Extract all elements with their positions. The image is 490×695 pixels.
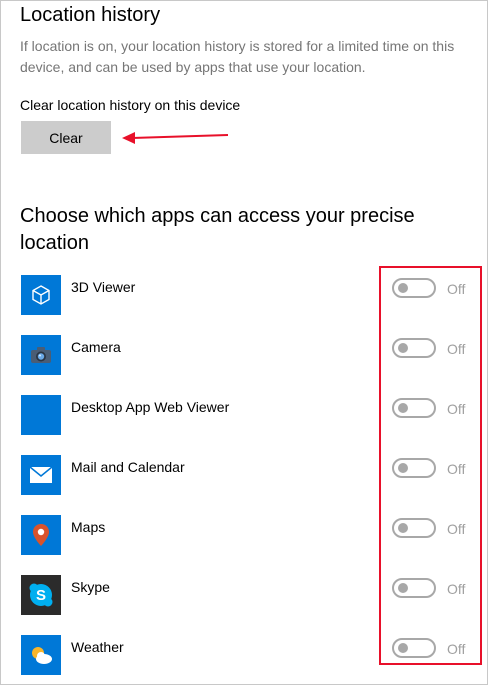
svg-text:S: S [36,587,46,604]
toggle-knob [398,343,408,353]
app-name: Mail and Calendar [71,459,185,475]
app-name: Desktop App Web Viewer [71,399,230,415]
location-toggle[interactable] [392,338,436,358]
app-row-weather: Weather Off [0,635,488,695]
weather-icon [21,635,61,675]
location-toggle[interactable] [392,518,436,538]
cube-icon [21,275,61,315]
location-toggle[interactable] [392,458,436,478]
toggle-knob [398,583,408,593]
toggle-state-label: Off [447,581,466,597]
mail-icon [21,455,61,495]
blank-app-icon [21,395,61,435]
app-row-mail-and-calendar: Mail and Calendar Off [0,455,488,515]
clear-history-label: Clear location history on this device [20,97,241,113]
app-row-camera: Camera Off [0,335,488,395]
apps-access-title: Choose which apps can access your precis… [20,205,415,254]
toggle-knob [398,283,408,293]
toggle-knob [398,643,408,653]
toggle-state-label: Off [447,641,466,657]
location-toggle[interactable] [392,578,436,598]
location-history-description: If location is on, your location history… [20,38,455,75]
toggle-state-label: Off [447,341,466,357]
app-row-desktop-app-web-viewer: Desktop App Web Viewer Off [0,395,488,455]
skype-icon: S [21,575,61,615]
toggle-knob [398,523,408,533]
toggle-state-label: Off [447,281,466,297]
location-toggle[interactable] [392,398,436,418]
app-row-maps: Maps Off [0,515,488,575]
location-toggle[interactable] [392,638,436,658]
app-name: Skype [71,579,110,595]
clear-history-button[interactable]: Clear [21,121,111,154]
map-pin-icon [21,515,61,555]
annotation-arrow-icon [122,132,229,144]
location-toggle[interactable] [392,278,436,298]
app-name: Camera [71,339,121,355]
toggle-state-label: Off [447,521,466,537]
app-name: Weather [71,639,124,655]
toggle-knob [398,463,408,473]
app-name: Maps [71,519,106,535]
location-history-title: Location history [20,4,161,26]
app-row-3d-viewer: 3D Viewer Off [0,275,488,335]
toggle-knob [398,403,408,413]
app-row-skype: S Skype Off [0,575,488,635]
camera-icon [21,335,61,375]
app-name: 3D Viewer [71,279,136,295]
toggle-state-label: Off [447,401,466,417]
toggle-state-label: Off [447,461,466,477]
